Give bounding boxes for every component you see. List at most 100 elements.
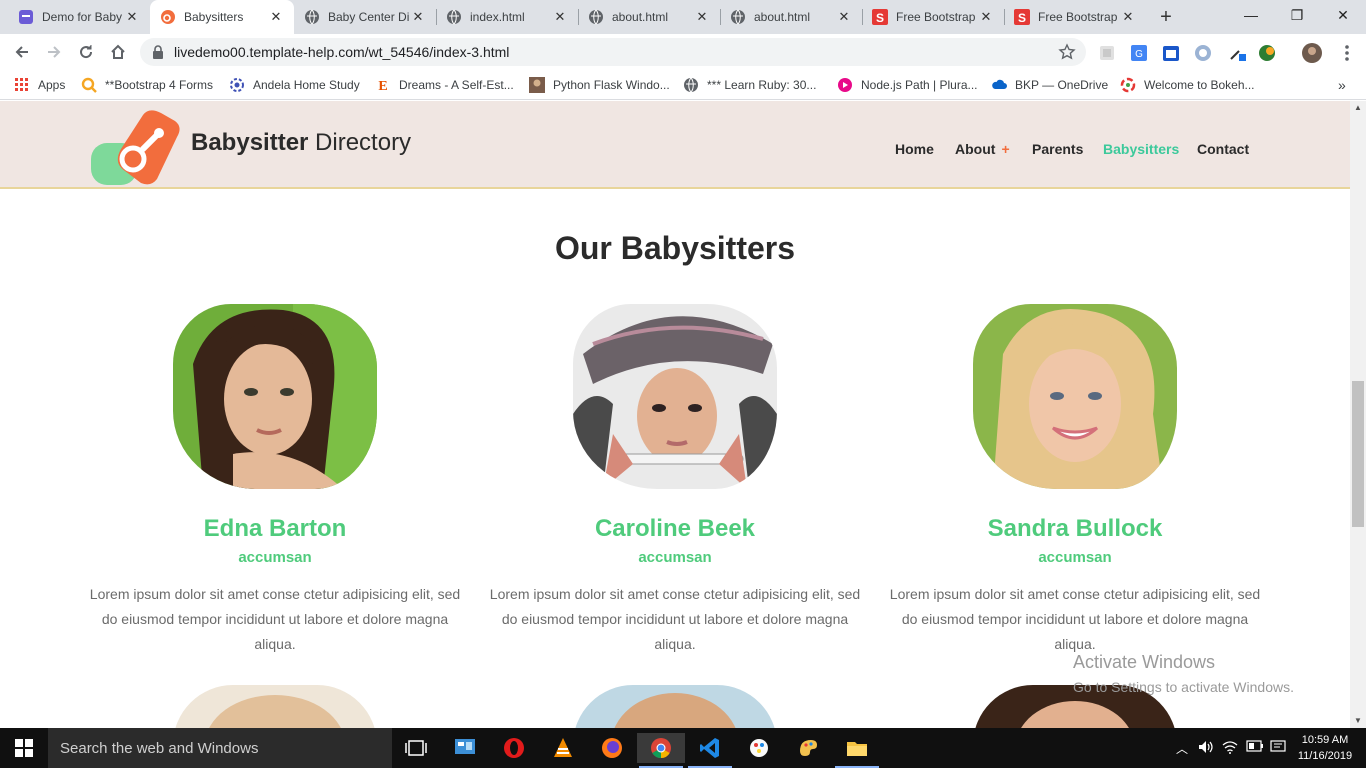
bookmark-item[interactable]: BKP — OneDrive — [991, 76, 1108, 94]
nav-home[interactable]: Home — [895, 141, 934, 157]
forward-button[interactable] — [42, 40, 66, 64]
browser-tab[interactable]: S Free Bootstrap ✕ — [862, 0, 1004, 34]
globe-extension-icon[interactable] — [1258, 44, 1276, 62]
opera-browser-icon[interactable] — [490, 733, 538, 763]
sitter-photo-partial[interactable] — [173, 685, 377, 728]
bookmark-label: Welcome to Bokeh... — [1144, 78, 1255, 92]
close-icon[interactable]: ✕ — [124, 9, 140, 25]
nav-babysitters[interactable]: Babysitters — [1103, 141, 1179, 157]
scroll-down-arrow-icon[interactable]: ▼ — [1350, 714, 1366, 728]
arrow-right-icon — [48, 46, 61, 58]
sitter-name[interactable]: Sandra Bullock — [885, 515, 1265, 543]
close-icon[interactable]: ✕ — [694, 9, 710, 25]
search-magnifier-icon — [81, 77, 97, 93]
translate-icon[interactable]: G — [1130, 44, 1148, 62]
sitter-photo[interactable] — [973, 304, 1177, 489]
nav-about[interactable]: About + — [955, 141, 1010, 157]
sitter-card: Caroline Beek accumsan Lorem ipsum dolor… — [485, 304, 865, 657]
menu-kebab-icon[interactable] — [1338, 44, 1356, 62]
lock-icon — [152, 45, 164, 64]
bookmark-item[interactable]: Andela Home Study — [229, 76, 360, 94]
bookmarks-overflow-chevron-icon[interactable]: » — [1338, 76, 1346, 94]
bookmark-item[interactable]: E Dreams - A Self-Est... — [375, 76, 514, 94]
bookmarks-bar: Apps **Bootstrap 4 Forms Andela Home Stu… — [0, 70, 1366, 100]
extension-icon[interactable] — [1098, 44, 1116, 62]
sitter-name[interactable]: Edna Barton — [85, 515, 465, 543]
globe-icon — [730, 9, 746, 25]
close-icon[interactable]: ✕ — [552, 9, 568, 25]
home-button[interactable] — [106, 40, 130, 64]
notifications-icon[interactable] — [1270, 740, 1286, 757]
wifi-icon[interactable] — [1222, 740, 1238, 757]
close-icon[interactable]: ✕ — [410, 9, 426, 25]
browser-tab-active[interactable]: Babysitters ✕ — [150, 0, 294, 34]
chrome-browser-icon[interactable] — [637, 733, 685, 768]
bookmark-star-icon[interactable] — [1058, 43, 1076, 66]
profile-avatar[interactable] — [1302, 43, 1322, 63]
page-scrollbar[interactable]: ▲ ▼ — [1350, 101, 1366, 728]
desktop-app-icon[interactable] — [441, 733, 489, 763]
bookmark-label: **Bootstrap 4 Forms — [105, 78, 214, 92]
new-tab-button[interactable]: + — [1154, 5, 1178, 29]
sitter-photo[interactable] — [173, 304, 377, 489]
close-window-button[interactable]: ✕ — [1320, 0, 1366, 30]
nav-label: Contact — [1197, 141, 1250, 157]
globe-icon — [446, 9, 462, 25]
pacifier-logo-icon[interactable] — [91, 109, 183, 192]
globe-icon — [304, 9, 320, 25]
close-icon[interactable]: ✕ — [978, 9, 994, 25]
bookmark-apps[interactable]: Apps — [14, 76, 65, 94]
sitter-bio: Lorem ipsum dolor sit amet conse ctetur … — [89, 586, 461, 652]
browser-tab[interactable]: about.html ✕ — [720, 0, 862, 34]
maximize-button[interactable]: ❐ — [1274, 0, 1320, 30]
taskbar-clock[interactable]: 10:59 AM 11/16/2019 — [1290, 732, 1360, 764]
start-button[interactable] — [0, 728, 48, 768]
browser-tab[interactable]: Baby Center Di ✕ — [294, 0, 436, 34]
scrollbar-thumb[interactable] — [1352, 381, 1364, 527]
file-explorer-icon[interactable] — [833, 733, 881, 768]
close-icon[interactable]: ✕ — [1120, 9, 1136, 25]
power-extension-icon[interactable] — [1194, 44, 1212, 62]
close-icon[interactable]: ✕ — [836, 9, 852, 25]
vscode-icon[interactable] — [686, 733, 734, 768]
bookmark-item[interactable]: Python Flask Windo... — [529, 76, 670, 94]
firefox-browser-icon[interactable] — [588, 733, 636, 763]
scroll-up-arrow-icon[interactable]: ▲ — [1350, 101, 1366, 115]
minimize-button[interactable]: — — [1228, 0, 1274, 30]
bookmark-label: Apps — [38, 78, 66, 92]
bookmark-item[interactable]: **Bootstrap 4 Forms — [81, 76, 213, 94]
address-bar[interactable]: livedemo00.template-help.com/wt_54546/in… — [140, 38, 1086, 66]
volume-icon[interactable] — [1198, 740, 1214, 757]
bookmark-item[interactable]: Welcome to Bokeh... — [1120, 76, 1255, 94]
eyedropper-extension-icon[interactable] — [1228, 44, 1246, 62]
sitter-name[interactable]: Caroline Beek — [485, 515, 865, 543]
close-icon[interactable]: ✕ — [268, 9, 284, 25]
browser-tab[interactable]: index.html ✕ — [436, 0, 578, 34]
bookmark-label: Dreams - A Self-Est... — [399, 78, 514, 92]
calendar-extension-icon[interactable] — [1162, 44, 1180, 62]
nav-contact[interactable]: Contact — [1197, 141, 1249, 157]
sitter-photo-partial[interactable] — [573, 685, 777, 728]
taskbar-search-input[interactable]: Search the web and Windows — [48, 728, 392, 768]
browser-tab[interactable]: about.html ✕ — [578, 0, 720, 34]
bookmark-item[interactable]: *** Learn Ruby: 30... — [683, 76, 816, 94]
browser-toolbar: livedemo00.template-help.com/wt_54546/in… — [0, 34, 1366, 70]
sitter-photo[interactable] — [573, 304, 777, 489]
browser-tab[interactable]: S Free Bootstrap ✕ — [1004, 0, 1146, 34]
paint3d-app-icon[interactable] — [784, 733, 832, 763]
browser-tab[interactable]: Demo for Baby ✕ — [8, 0, 150, 34]
home-icon — [111, 44, 125, 59]
site-logo-text[interactable]: Babysitter Directory — [191, 129, 411, 157]
globe-icon — [588, 9, 604, 25]
reload-button[interactable] — [74, 40, 98, 64]
show-hidden-icons-chevron-icon[interactable]: ︿ — [1176, 740, 1188, 757]
bookmark-item[interactable]: Node.js Path | Plura... — [837, 76, 978, 94]
windows-taskbar: Search the web and Windows ︿ 10:59 AM 11… — [0, 728, 1366, 768]
battery-icon[interactable] — [1246, 740, 1264, 755]
task-view-icon[interactable] — [392, 733, 440, 763]
nav-parents[interactable]: Parents — [1032, 141, 1083, 157]
back-button[interactable] — [10, 40, 34, 64]
vlc-player-icon[interactable] — [539, 733, 587, 763]
paint-app-icon[interactable] — [735, 733, 783, 763]
bookmark-label: Andela Home Study — [253, 78, 360, 92]
